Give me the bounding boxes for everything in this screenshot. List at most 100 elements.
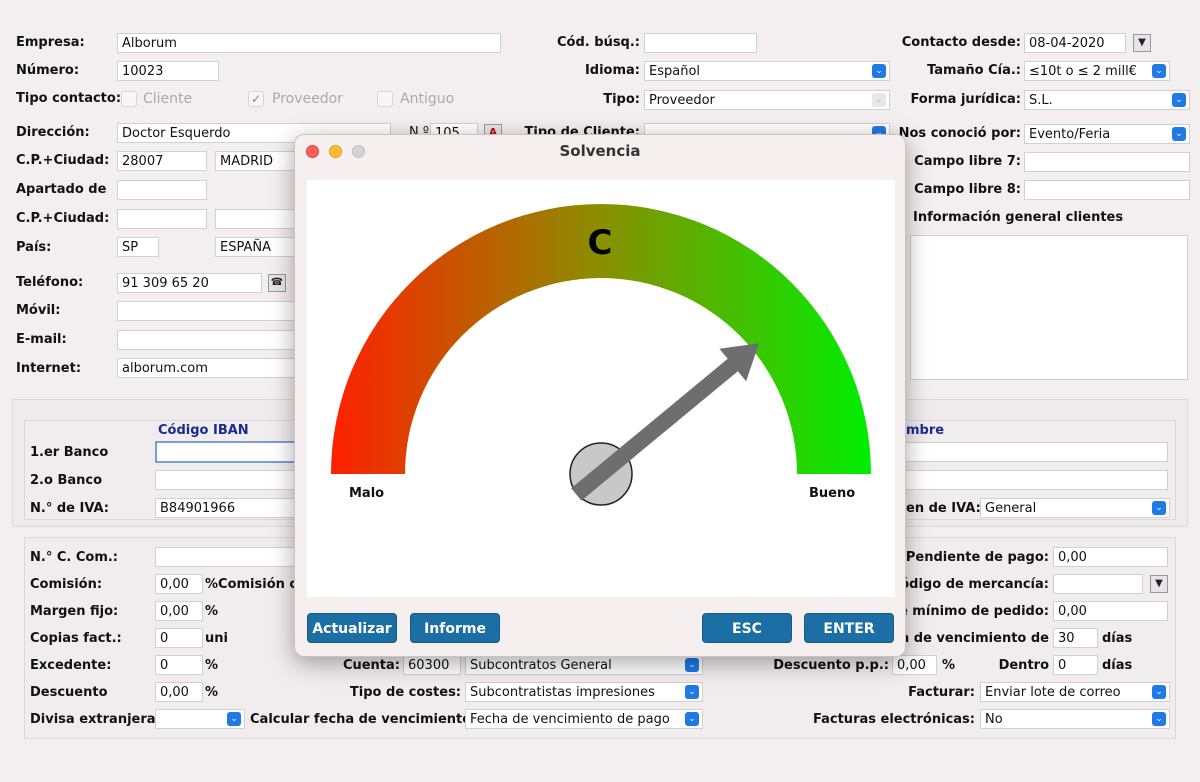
gauge-bad-label: Malo	[349, 486, 385, 501]
antiguo-checkbox[interactable]	[377, 91, 393, 107]
facturar-select[interactable]: Enviar lote de correo ⌄	[980, 682, 1170, 702]
banco1-iban-field[interactable]	[155, 441, 300, 463]
calendar-dropdown-button[interactable]: ▼	[1133, 34, 1151, 52]
chevron-down-icon: ⌄	[1152, 501, 1166, 515]
minimo-pedido-field[interactable]: 0,00	[1053, 601, 1168, 621]
campo7-field[interactable]	[1024, 152, 1190, 172]
facturas-electronicas-label: Facturas electrónicas:	[813, 712, 975, 727]
info-general-textarea[interactable]	[910, 235, 1188, 380]
pais-name-field[interactable]: ESPAÑA	[215, 237, 305, 257]
movil-label: Móvil:	[16, 303, 61, 318]
dpp-field[interactable]: 0,00	[892, 655, 937, 675]
nos-conocio-select[interactable]: Evento/Feria ⌄	[1024, 124, 1190, 144]
comision-field[interactable]: 0,00	[155, 574, 203, 594]
calc-vencimiento-select[interactable]: Fecha de vencimiento de pago ⌄	[465, 709, 703, 729]
tamano-select[interactable]: ≤10t o ≤ 2 mill€ ⌄	[1024, 61, 1170, 81]
cuenta-label: Cuenta:	[342, 658, 400, 673]
iva-label: N.° de IVA:	[30, 501, 110, 516]
movil-field[interactable]	[117, 301, 302, 321]
tipo-label: Tipo:	[603, 92, 640, 107]
calc-vencimiento-label: Calcular fecha de vencimiento:	[250, 712, 477, 727]
margen-label: Margen fijo:	[30, 604, 119, 619]
tipo-costes-select[interactable]: Subcontratistas impresiones ⌄	[465, 682, 703, 702]
cliente-checkbox[interactable]	[121, 91, 137, 107]
esc-button[interactable]: ESC	[702, 613, 792, 643]
cp-field[interactable]: 28007	[117, 151, 207, 171]
descuento-field[interactable]: 0,00	[155, 682, 203, 702]
regimen-iva-select[interactable]: General ⌄	[980, 498, 1170, 518]
chevron-down-icon: ⌄	[1172, 127, 1186, 141]
cuenta-desc-select[interactable]: Subcontratos General ⌄	[465, 655, 703, 675]
chevron-down-icon: ⌄	[685, 658, 699, 672]
tamano-value: ≤10t o ≤ 2 mill€	[1029, 64, 1137, 79]
tipo-select[interactable]: Proveedor ⌄	[644, 90, 890, 110]
margen-field[interactable]: 0,00	[155, 601, 203, 621]
divisa-select[interactable]: ⌄	[155, 709, 245, 729]
facturas-electronicas-value: No	[985, 712, 1003, 727]
regimen-iva-label: en de IVA:	[906, 501, 981, 516]
informe-button[interactable]: Informe	[410, 613, 500, 643]
contacto-desde-field[interactable]: 08-04-2020	[1024, 33, 1126, 53]
cp2-field[interactable]	[117, 209, 207, 229]
actualizar-button[interactable]: Actualizar	[307, 613, 397, 643]
pais-code-field[interactable]: SP	[117, 237, 159, 257]
idioma-label: Idioma:	[584, 63, 640, 78]
idioma-value: Español	[649, 64, 701, 79]
regimen-iva-value: General	[985, 501, 1037, 516]
cuenta-field[interactable]: 60300	[403, 655, 461, 675]
phone-icon[interactable]: ☎	[268, 274, 286, 292]
telefono-field[interactable]: 91 309 65 20	[117, 273, 262, 293]
copias-unit-label: uni	[205, 631, 228, 646]
banco2-nombre-field[interactable]	[905, 470, 1168, 490]
empresa-field[interactable]: Alborum	[117, 33, 501, 53]
campo8-field[interactable]	[1024, 180, 1190, 200]
cod-busq-label: Cód. búsq.:	[557, 35, 640, 50]
ncom-label: N.° C. Com.:	[30, 550, 119, 565]
codigo-mercancia-dropdown-button[interactable]: ▼	[1150, 575, 1168, 593]
divisa-label: Divisa extranjera:	[30, 712, 161, 727]
idioma-select[interactable]: Español ⌄	[644, 61, 890, 81]
cp-ciudad2-label: C.P.+Ciudad:	[16, 211, 110, 226]
dpp-pct-label: %	[942, 658, 956, 673]
internet-field[interactable]: alborum.com	[117, 358, 302, 378]
ncom-field[interactable]	[155, 547, 300, 567]
dentro-field[interactable]: 0	[1053, 655, 1098, 675]
facturas-electronicas-select[interactable]: No ⌄	[980, 709, 1170, 729]
proveedor-checkbox[interactable]: ✓	[248, 91, 264, 107]
email-field[interactable]	[117, 330, 302, 350]
codigo-mercancia-field[interactable]	[1053, 574, 1143, 594]
tipo-costes-value: Subcontratistas impresiones	[470, 685, 655, 700]
cp-ciudad-label: C.P.+Ciudad:	[16, 153, 110, 168]
cod-busq-field[interactable]	[644, 33, 757, 53]
chevron-down-icon: ⌄	[685, 685, 699, 699]
ciudad-field[interactable]: MADRID	[215, 151, 305, 171]
excedente-pct-label: %	[205, 658, 219, 673]
nombre-header: mbre	[906, 423, 945, 438]
numero-label: Número:	[16, 63, 80, 78]
numero-field[interactable]: 10023	[117, 61, 219, 81]
empresa-label: Empresa:	[16, 35, 85, 50]
excedente-field[interactable]: 0	[155, 655, 203, 675]
chevron-down-icon: ⌄	[1152, 685, 1166, 699]
tipo-costes-label: Tipo de costes:	[349, 685, 461, 700]
apartado-field[interactable]	[117, 180, 207, 200]
chevron-down-icon: ⌄	[1152, 712, 1166, 726]
vencimiento-field[interactable]: 30	[1053, 628, 1098, 648]
antiguo-checkbox-label: Antiguo	[400, 91, 455, 107]
banco2-label: 2.o Banco	[30, 473, 103, 488]
pendiente-field[interactable]: 0,00	[1053, 547, 1168, 567]
enter-button[interactable]: ENTER	[804, 613, 894, 643]
calc-vencimiento-value: Fecha de vencimiento de pago	[470, 712, 670, 727]
forma-select[interactable]: S.L. ⌄	[1024, 90, 1190, 110]
iva-field[interactable]: B84901966	[155, 498, 300, 518]
dialog-title: Solvencia	[559, 142, 641, 160]
banco2-iban-field[interactable]	[155, 470, 300, 490]
banco1-label: 1.er Banco	[30, 445, 109, 460]
chevron-down-icon: ⌄	[1172, 93, 1186, 107]
chevron-down-icon: ⌄	[227, 712, 241, 726]
cuenta-desc-value: Subcontratos General	[470, 658, 612, 673]
copias-field[interactable]: 0	[155, 628, 203, 648]
solvency-grade: C	[588, 223, 613, 263]
banco1-nombre-field[interactable]	[905, 442, 1168, 462]
ciudad2-field[interactable]	[215, 209, 305, 229]
